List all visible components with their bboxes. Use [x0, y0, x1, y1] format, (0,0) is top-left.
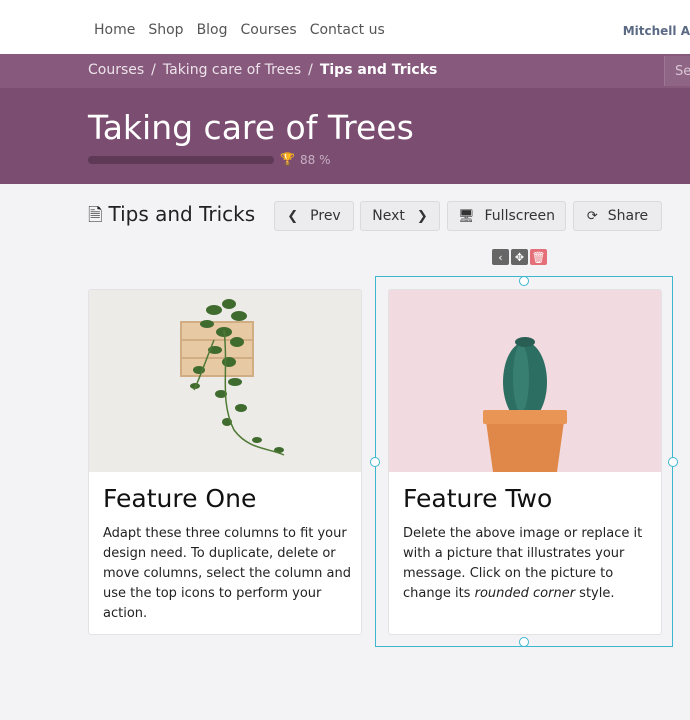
chevron-left-icon: ❮ [287, 208, 299, 224]
resize-handle-bottom[interactable] [519, 637, 529, 647]
share-button[interactable]: ⟳ Share [573, 201, 662, 231]
prev-label: Prev [310, 208, 341, 224]
card-text: Adapt these three columns to fit your de… [103, 526, 352, 621]
move-left-icon[interactable]: ‹ [492, 249, 509, 265]
breadcrumb: Courses / Taking care of Trees / Tips and Tr… [88, 62, 437, 78]
nav-blog[interactable]: Blog [197, 22, 228, 38]
main-menu: Home Shop Blog Courses Contact us [94, 22, 398, 38]
top-navbar: Home Shop Blog Courses Contact us Mitche… [0, 0, 690, 54]
feature-card-one[interactable]: Feature One Adapt these three columns to… [88, 289, 362, 635]
lesson-title-text: Tips and Tricks [108, 202, 256, 226]
nav-shop[interactable]: Shop [148, 22, 183, 38]
delete-icon[interactable]: 🗑 [530, 249, 547, 265]
lesson-title: 🗎 Tips and Tricks [88, 202, 255, 233]
resize-handle-right[interactable] [668, 457, 678, 467]
nav-home[interactable]: Home [94, 22, 135, 38]
progress-percent: 88 % [300, 153, 331, 167]
breadcrumb-course[interactable]: Taking care of Trees [163, 62, 301, 78]
column-options-toolbar: ‹ ✥ 🗑 [492, 249, 547, 265]
document-icon: 🗎 [88, 205, 103, 226]
breadcrumb-courses[interactable]: Courses [88, 62, 144, 78]
nav-courses[interactable]: Courses [241, 22, 297, 38]
trophy-icon: 🏆 [280, 152, 295, 166]
course-header: Courses / Taking care of Trees / Tips and Tr… [0, 54, 690, 184]
monitor-icon: 🖥 [458, 208, 475, 224]
course-title: Taking care of Trees [88, 108, 414, 147]
user-menu[interactable]: Mitchell A [623, 24, 690, 38]
prev-button[interactable]: ❮ Prev [274, 201, 354, 231]
breadcrumb-current: Tips and Tricks [319, 62, 438, 78]
search-placeholder: Se [675, 64, 690, 79]
search-input[interactable]: Se [664, 56, 690, 86]
fullscreen-label: Fullscreen [484, 208, 555, 224]
fullscreen-button[interactable]: 🖥 Fullscreen [447, 201, 566, 231]
breadcrumb-bar: Courses / Taking care of Trees / Tips and Tr… [0, 54, 690, 88]
course-progress-bar [88, 156, 274, 164]
drag-move-icon[interactable]: ✥ [511, 249, 528, 265]
nav-contact-us[interactable]: Contact us [310, 22, 385, 38]
next-button[interactable]: Next ❯ [360, 201, 440, 231]
resize-handle-top[interactable] [519, 276, 529, 286]
chevron-right-icon: ❯ [416, 208, 428, 224]
resize-handle-left[interactable] [370, 457, 380, 467]
next-label: Next [372, 208, 405, 224]
progress-fill [88, 156, 252, 164]
card-title: Feature One [103, 484, 257, 513]
share-icon: ⟳ [586, 208, 598, 224]
breadcrumb-separator: / [151, 62, 156, 78]
selection-frame [375, 276, 673, 647]
breadcrumb-separator: / [308, 62, 313, 78]
hanging-plant-illustration [180, 299, 285, 456]
plant-wall-image[interactable] [89, 290, 361, 472]
share-label: Share [607, 208, 649, 224]
